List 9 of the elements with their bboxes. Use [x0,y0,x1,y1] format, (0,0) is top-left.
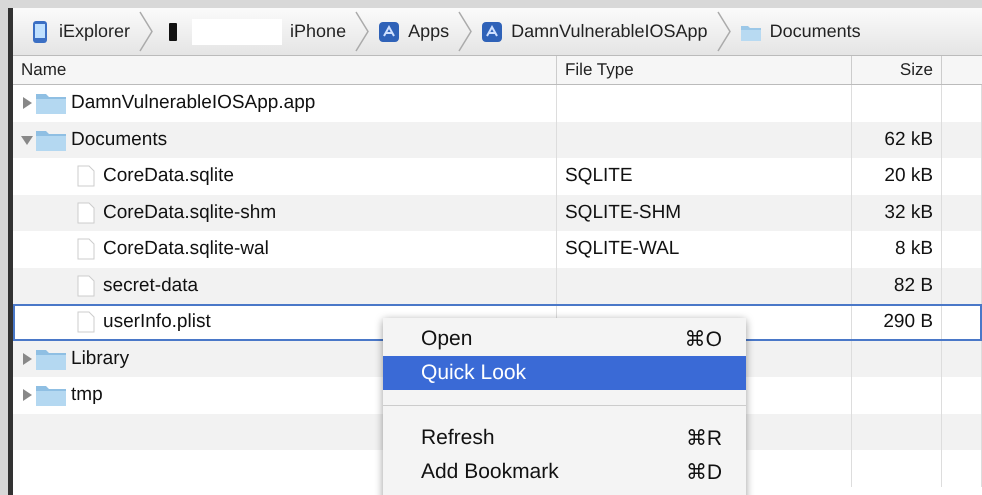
table-cell: Documents [71,128,168,151]
table-cell: CoreData.sqlite-shm [103,202,276,224]
table-cell: tmp [71,384,103,406]
table-cell: CoreData.sqlite [103,165,234,188]
table-cell: CoreData.sqlite-wal [103,238,269,260]
table-cell: userInfo.plist [103,311,211,334]
table-cell: DamnVulnerableIOSApp.app [71,92,316,114]
table-cell: secret-data [103,274,198,297]
table-cell: Library [71,348,130,370]
